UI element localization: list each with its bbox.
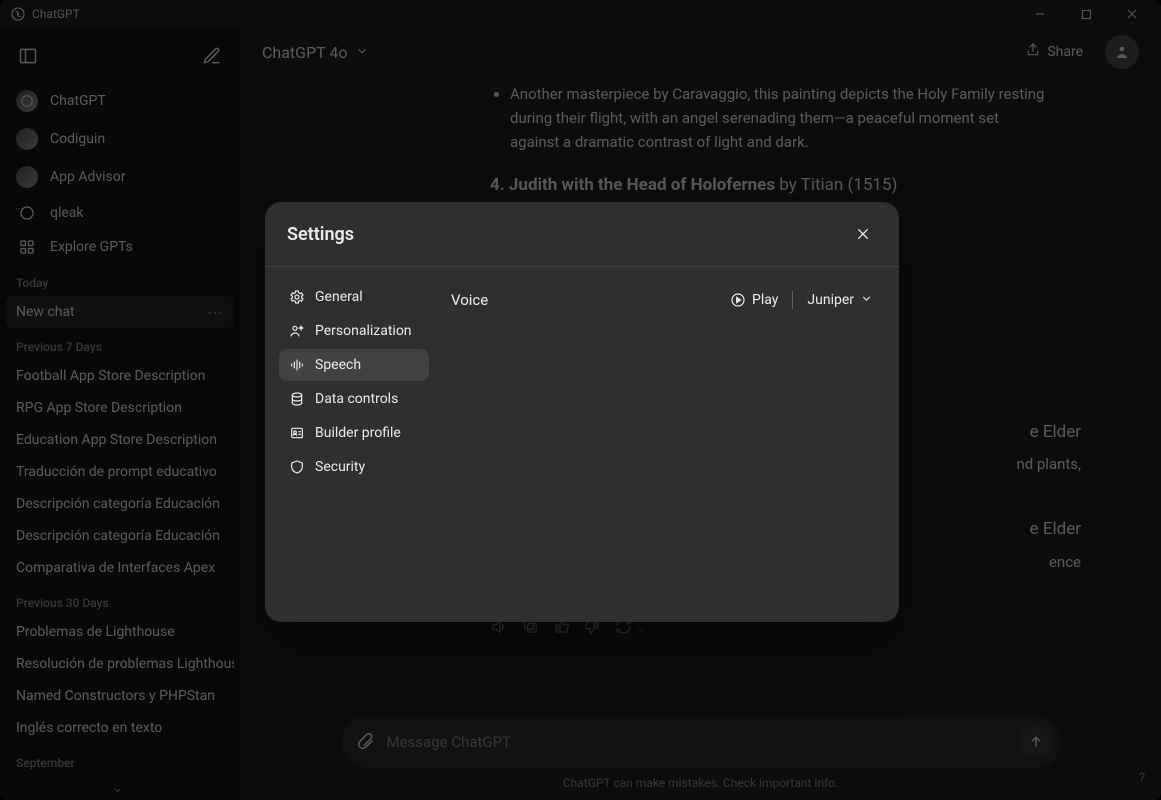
id-card-icon	[289, 425, 305, 441]
settings-nav-label: Security	[315, 459, 365, 475]
waveform-icon	[289, 357, 305, 373]
shield-icon	[289, 459, 305, 475]
settings-nav-label: Personalization	[315, 323, 412, 339]
settings-nav-label: Data controls	[315, 391, 398, 407]
settings-nav-general[interactable]: General	[279, 281, 429, 313]
settings-panel-speech: Voice Play Juniper	[439, 281, 885, 608]
voice-selector[interactable]: Juniper	[807, 292, 873, 309]
person-sparkle-icon	[289, 323, 305, 339]
settings-nav-label: Builder profile	[315, 425, 401, 441]
database-icon	[289, 391, 305, 407]
settings-nav: General Personalization Speech Data cont…	[279, 281, 429, 608]
settings-nav-data-controls[interactable]: Data controls	[279, 383, 429, 415]
divider	[792, 291, 793, 309]
voice-name: Juniper	[807, 292, 854, 308]
settings-nav-personalization[interactable]: Personalization	[279, 315, 429, 347]
gear-icon	[289, 289, 305, 305]
play-circle-icon	[730, 292, 746, 308]
settings-nav-security[interactable]: Security	[279, 451, 429, 483]
chevron-down-icon	[860, 292, 873, 309]
voice-play-button[interactable]: Play	[730, 292, 778, 308]
settings-nav-builder-profile[interactable]: Builder profile	[279, 417, 429, 449]
settings-modal: Settings General Personalization Speech	[265, 202, 899, 622]
settings-nav-label: General	[315, 289, 363, 305]
settings-nav-label: Speech	[315, 357, 361, 373]
settings-nav-speech[interactable]: Speech	[279, 349, 429, 381]
modal-title: Settings	[287, 224, 354, 245]
play-label: Play	[752, 292, 778, 308]
voice-setting-label: Voice	[451, 291, 488, 309]
modal-close-button[interactable]	[849, 220, 877, 248]
